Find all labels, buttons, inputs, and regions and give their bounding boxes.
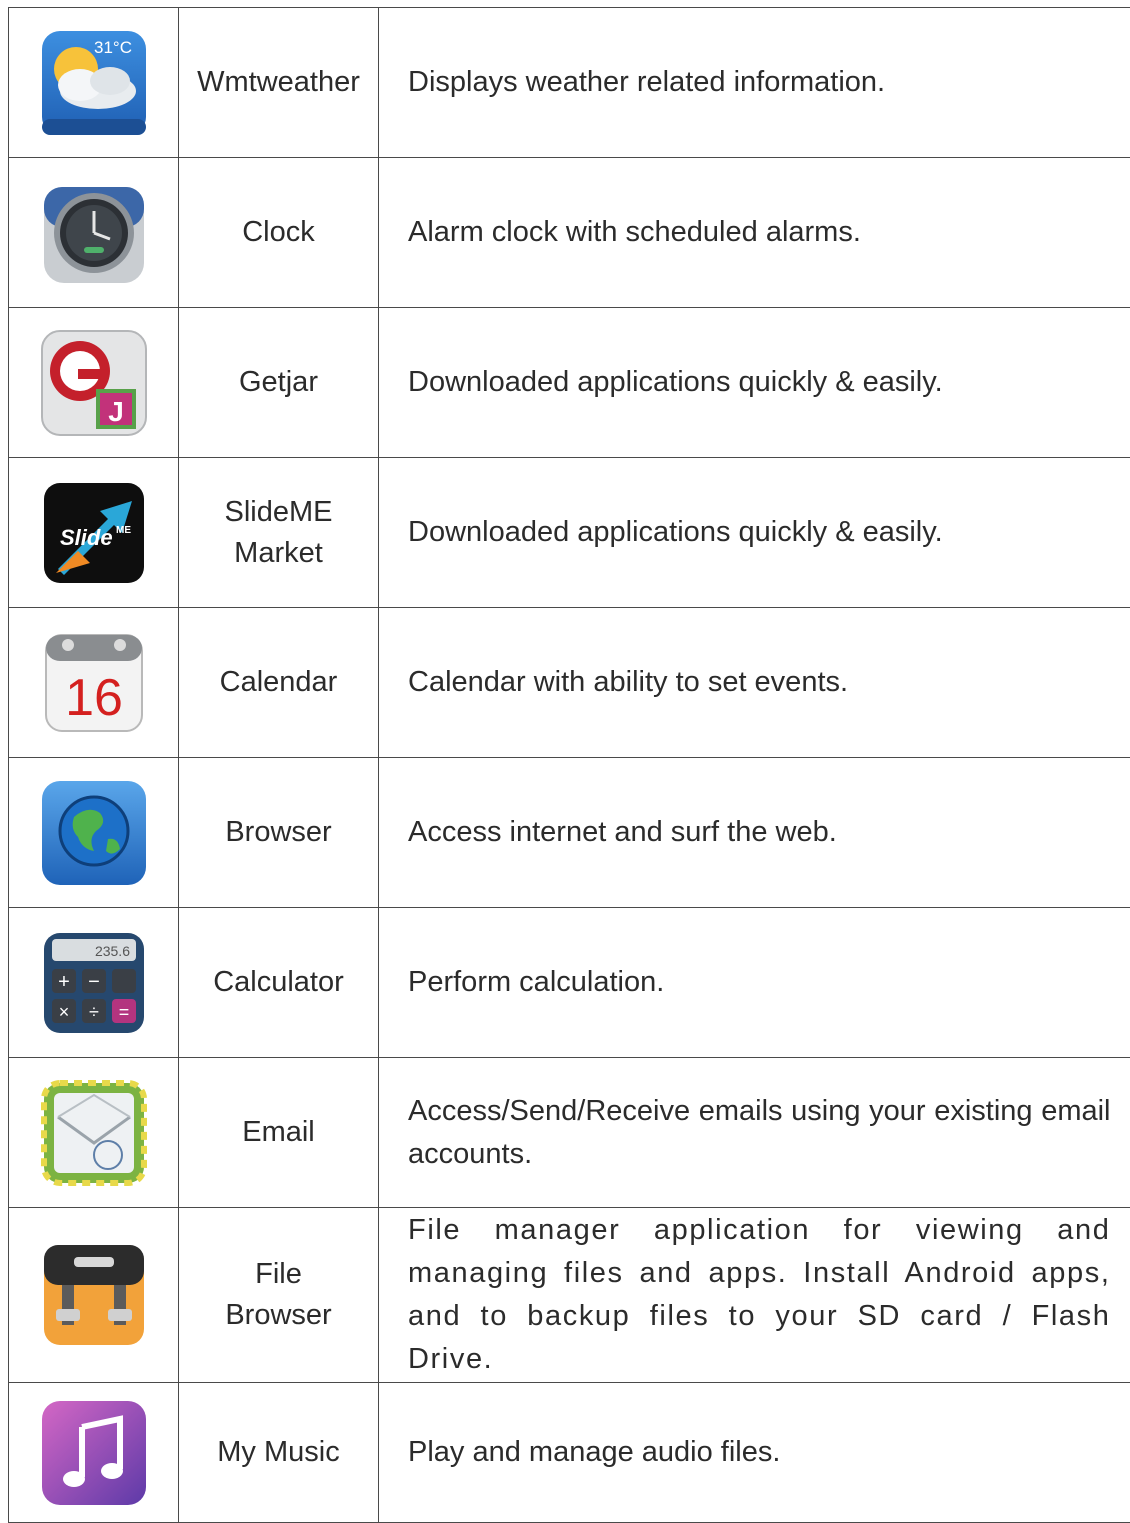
apps-table: 31°C Wmtweather Displays weather related…: [8, 7, 1130, 1523]
svg-text:÷: ÷: [89, 1002, 99, 1022]
app-description: File manager application for viewing and…: [379, 1208, 1130, 1383]
app-name-line: SlideME: [225, 496, 333, 528]
svg-text:−: −: [88, 971, 100, 993]
app-description: Downloaded applications quickly & easily…: [379, 308, 1130, 458]
file-cabinet-icon: [38, 1239, 150, 1351]
svg-text:31°C: 31°C: [94, 38, 132, 57]
svg-text:235.6: 235.6: [94, 943, 129, 959]
alarm-clock-icon: [38, 177, 150, 289]
app-name: Wmtweather: [179, 8, 379, 158]
envelope-icon: [38, 1077, 150, 1189]
app-name-line: Browser: [225, 1299, 331, 1331]
svg-text:16: 16: [65, 669, 123, 727]
app-name-line: File: [255, 1258, 302, 1290]
app-name: Getjar: [179, 308, 379, 458]
app-description: Perform calculation.: [379, 908, 1130, 1058]
app-name: My Music: [179, 1383, 379, 1523]
app-name: Clock: [179, 158, 379, 308]
app-name: Email: [179, 1058, 379, 1208]
music-note-icon: [38, 1397, 150, 1509]
app-name: File Browser: [179, 1208, 379, 1383]
app-name: Calendar: [179, 608, 379, 758]
app-description: Alarm clock with scheduled alarms.: [379, 158, 1130, 308]
table-row: Email Access/Send/Receive emails using y…: [9, 1058, 1130, 1208]
table-row: My Music Play and manage audio files.: [9, 1383, 1130, 1523]
table-row: Browser Access internet and surf the web…: [9, 758, 1130, 908]
svg-text:=: =: [118, 1002, 129, 1022]
app-description: Displays weather related information.: [379, 8, 1130, 158]
app-name: SlideME Market: [179, 458, 379, 608]
calendar-icon: 16: [38, 627, 150, 739]
svg-text:+: +: [58, 971, 70, 993]
app-name: Browser: [179, 758, 379, 908]
app-description: Play and manage audio files.: [379, 1383, 1130, 1523]
app-name: Calculator: [179, 908, 379, 1058]
app-description: Access internet and surf the web.: [379, 758, 1130, 908]
svg-text:×: ×: [58, 1002, 69, 1022]
table-row: Clock Alarm clock with scheduled alarms.: [9, 158, 1130, 308]
slideme-icon: Slide ME: [38, 477, 150, 589]
table-row: J Getjar Downloaded applications quickly…: [9, 308, 1130, 458]
table-row: 31°C Wmtweather Displays weather related…: [9, 8, 1130, 158]
calculator-icon: 235.6 + − × ÷ =: [38, 927, 150, 1039]
table-row: 16 Calendar Calendar with ability to set…: [9, 608, 1130, 758]
table-row: File Browser File manager application fo…: [9, 1208, 1130, 1383]
svg-text:ME: ME: [116, 525, 131, 536]
table-row: 235.6 + − × ÷ = Calculator: [9, 908, 1130, 1058]
globe-icon: [38, 777, 150, 889]
app-description: Access/Send/Receive emails using your ex…: [379, 1058, 1130, 1208]
table-row: Slide ME SlideME Market Downloaded appli…: [9, 458, 1130, 608]
app-name-line: Market: [234, 537, 323, 569]
app-description: Downloaded applications quickly & easily…: [379, 458, 1130, 608]
app-description: Calendar with ability to set events.: [379, 608, 1130, 758]
weather-icon: 31°C: [38, 27, 150, 139]
svg-text:Slide: Slide: [60, 525, 113, 550]
svg-text:J: J: [108, 396, 124, 427]
getjar-icon: J: [38, 327, 150, 439]
